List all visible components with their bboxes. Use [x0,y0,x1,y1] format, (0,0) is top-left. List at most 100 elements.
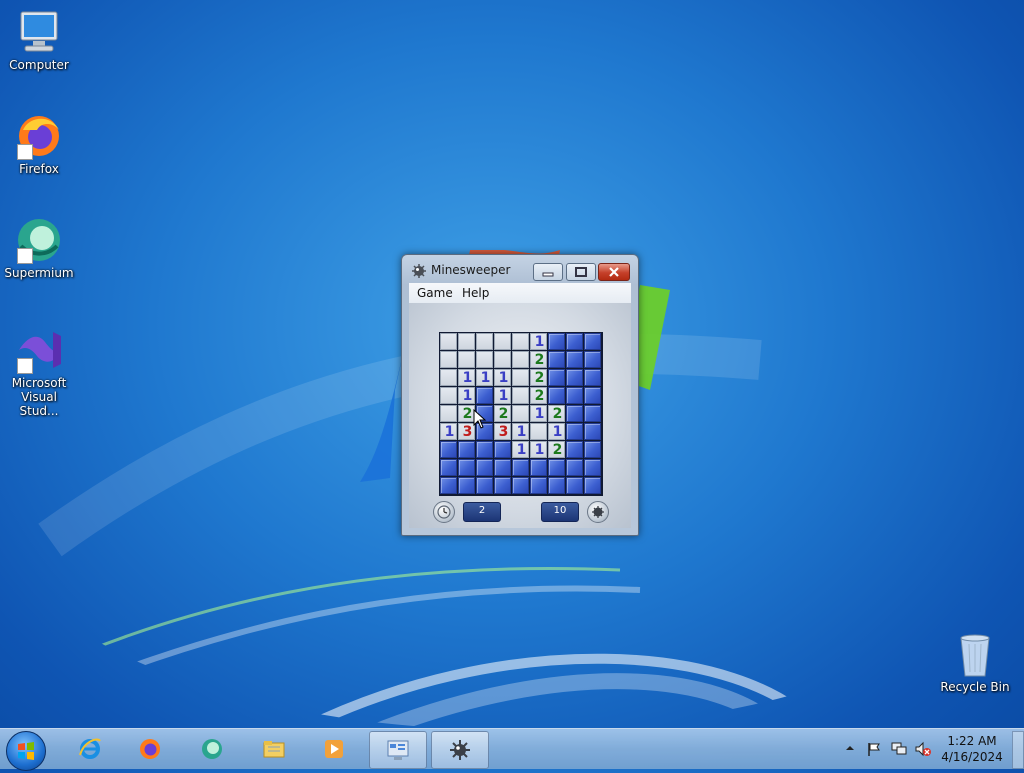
revealed-empty-cell[interactable] [512,405,529,422]
revealed-number-cell[interactable]: 1 [458,387,475,404]
revealed-number-cell[interactable]: 1 [548,423,565,440]
covered-cell[interactable] [440,441,457,458]
covered-cell[interactable] [566,369,583,386]
taskbar-firefox[interactable] [122,731,178,767]
covered-cell[interactable] [476,387,493,404]
covered-cell[interactable] [476,441,493,458]
revealed-empty-cell[interactable] [440,405,457,422]
revealed-number-cell[interactable]: 1 [458,369,475,386]
covered-cell[interactable] [566,351,583,368]
covered-cell[interactable] [494,441,511,458]
covered-cell[interactable] [548,351,565,368]
covered-cell[interactable] [458,477,475,494]
revealed-empty-cell[interactable] [512,369,529,386]
revealed-number-cell[interactable]: 2 [548,441,565,458]
taskbar-media-player[interactable] [306,731,362,767]
revealed-number-cell[interactable]: 1 [494,387,511,404]
covered-cell[interactable] [548,387,565,404]
revealed-number-cell[interactable]: 2 [530,369,547,386]
network-icon[interactable] [890,741,908,757]
desktop-icon-visual-studio[interactable]: Microsoft Visual Stud... [0,326,78,418]
minesweeper-window[interactable]: Minesweeper Game Help 121112112221213311… [401,254,639,536]
revealed-empty-cell[interactable] [494,333,511,350]
covered-cell[interactable] [476,459,493,476]
windows-start-icon[interactable] [6,731,46,771]
covered-cell[interactable] [548,369,565,386]
revealed-empty-cell[interactable] [494,351,511,368]
revealed-empty-cell[interactable] [476,351,493,368]
covered-cell[interactable] [584,441,601,458]
revealed-empty-cell[interactable] [512,351,529,368]
covered-cell[interactable] [476,477,493,494]
covered-cell[interactable] [566,441,583,458]
revealed-number-cell[interactable]: 1 [530,441,547,458]
covered-cell[interactable] [584,423,601,440]
desktop-icon-firefox[interactable]: Firefox [0,112,78,176]
taskbar-internet-explorer[interactable] [62,731,118,767]
covered-cell[interactable] [584,369,601,386]
minefield[interactable]: 121112112221213311112 [439,332,603,496]
covered-cell[interactable] [530,459,547,476]
close-button[interactable] [598,263,630,281]
minimize-button[interactable] [533,263,563,281]
taskbar-minesweeper[interactable] [431,731,489,769]
revealed-number-cell[interactable]: 1 [512,441,529,458]
covered-cell[interactable] [584,351,601,368]
action-center-flag-icon[interactable] [866,741,882,757]
revealed-empty-cell[interactable] [512,333,529,350]
taskbar-supermium[interactable] [184,731,240,767]
revealed-number-cell[interactable]: 2 [548,405,565,422]
revealed-empty-cell[interactable] [440,369,457,386]
covered-cell[interactable] [566,459,583,476]
revealed-empty-cell[interactable] [476,333,493,350]
taskbar-control-panel[interactable] [369,731,427,769]
covered-cell[interactable] [458,441,475,458]
covered-cell[interactable] [584,387,601,404]
revealed-empty-cell[interactable] [458,351,475,368]
covered-cell[interactable] [584,459,601,476]
covered-cell[interactable] [584,333,601,350]
revealed-number-cell[interactable]: 2 [530,387,547,404]
covered-cell[interactable] [440,459,457,476]
title-bar[interactable]: Minesweeper [402,255,638,285]
volume-muted-icon[interactable] [914,741,932,757]
revealed-number-cell[interactable]: 1 [476,369,493,386]
revealed-number-cell[interactable]: 2 [530,351,547,368]
revealed-number-cell[interactable]: 1 [530,333,547,350]
menu-help[interactable]: Help [462,286,489,300]
revealed-empty-cell[interactable] [512,387,529,404]
desktop-icon-supermium[interactable]: Supermium [0,216,78,280]
show-desktop-button[interactable] [1012,731,1024,769]
desktop-icon-recycle-bin[interactable]: Recycle Bin [936,630,1014,694]
revealed-number-cell[interactable]: 1 [530,405,547,422]
show-hidden-icons-icon[interactable] [845,743,855,753]
revealed-empty-cell[interactable] [440,333,457,350]
covered-cell[interactable] [548,477,565,494]
covered-cell[interactable] [494,477,511,494]
covered-cell[interactable] [530,477,547,494]
revealed-empty-cell[interactable] [440,387,457,404]
menu-game[interactable]: Game [417,286,453,300]
covered-cell[interactable] [566,423,583,440]
covered-cell[interactable] [584,405,601,422]
covered-cell[interactable] [512,477,529,494]
revealed-number-cell[interactable]: 2 [494,405,511,422]
revealed-number-cell[interactable]: 1 [494,369,511,386]
covered-cell[interactable] [566,333,583,350]
taskbar-clock[interactable]: 1:22 AM 4/16/2024 [932,733,1012,765]
revealed-empty-cell[interactable] [440,351,457,368]
covered-cell[interactable] [584,477,601,494]
revealed-number-cell[interactable]: 3 [494,423,511,440]
covered-cell[interactable] [440,477,457,494]
covered-cell[interactable] [566,405,583,422]
covered-cell[interactable] [458,459,475,476]
covered-cell[interactable] [566,387,583,404]
revealed-number-cell[interactable]: 1 [512,423,529,440]
revealed-number-cell[interactable]: 1 [440,423,457,440]
maximize-button[interactable] [566,263,596,281]
covered-cell[interactable] [548,333,565,350]
taskbar-file-explorer[interactable] [246,731,302,767]
revealed-empty-cell[interactable] [530,423,547,440]
covered-cell[interactable] [548,459,565,476]
covered-cell[interactable] [512,459,529,476]
